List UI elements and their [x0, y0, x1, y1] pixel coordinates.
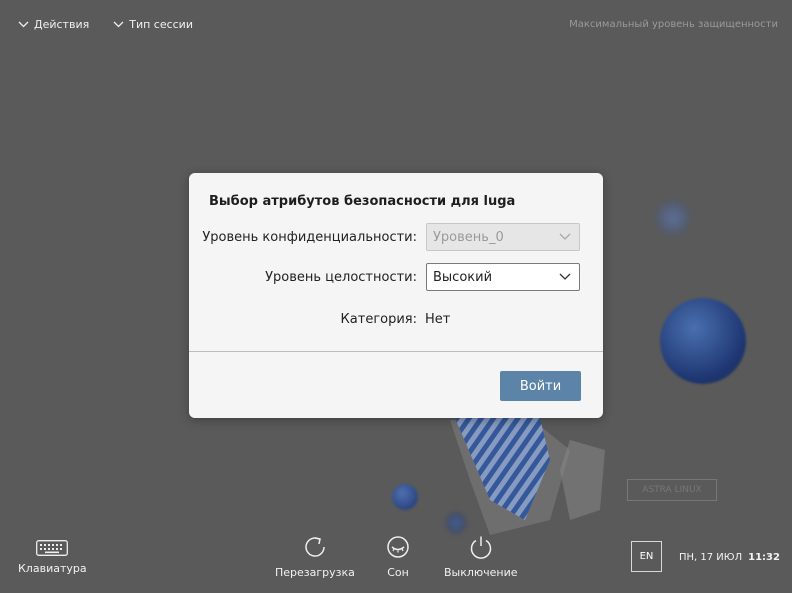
datetime: ПН, 17 ИЮЛ 11:32: [679, 552, 780, 563]
session-type-menu[interactable]: Тип сессии: [113, 18, 193, 31]
integrity-select[interactable]: Высокий: [426, 263, 580, 291]
integrity-row: Уровень целостности: Высокий: [189, 263, 603, 293]
top-bar: Действия Тип сессии Максимальный уровень…: [18, 14, 778, 34]
wallpaper-sphere-large: [660, 298, 746, 384]
shutdown-button[interactable]: Выключение: [444, 532, 518, 579]
integrity-value: Высокий: [433, 270, 493, 285]
actions-menu[interactable]: Действия: [18, 18, 89, 31]
dialog-title: Выбор атрибутов безопасности для luga: [209, 194, 516, 209]
chevron-down-icon: [113, 21, 124, 27]
chevron-down-icon: [559, 273, 571, 280]
wallpaper-logo-text: ASTRA LINUX: [627, 479, 717, 501]
session-type-menu-label: Тип сессии: [129, 17, 193, 31]
wallpaper-star-shape: [450, 418, 605, 535]
security-level-label: Максимальный уровень защищенности: [569, 18, 778, 30]
confidentiality-value: Уровень_0: [433, 230, 504, 245]
wallpaper-sphere-small: [655, 200, 691, 236]
sleep-button[interactable]: Сон: [385, 532, 411, 579]
dialog-divider: [189, 351, 603, 352]
restart-icon: [305, 537, 325, 557]
shutdown-label: Выключение: [444, 566, 518, 579]
chevron-down-icon: [559, 233, 571, 240]
wallpaper-sphere-bottom: [392, 484, 418, 510]
restart-button[interactable]: Перезагрузка: [275, 532, 355, 579]
chevron-down-icon: [18, 21, 29, 27]
date-label: ПН, 17 ИЮЛ: [679, 552, 743, 563]
confidentiality-label: Уровень конфиденциальности:: [202, 230, 417, 245]
sleep-label: Сон: [387, 566, 409, 579]
power-icon: [470, 536, 492, 559]
login-button[interactable]: Войти: [500, 371, 581, 401]
restart-label: Перезагрузка: [275, 566, 355, 579]
keyboard-icon: [36, 540, 69, 556]
confidentiality-row: Уровень конфиденциальности: Уровень_0: [189, 223, 603, 253]
confidentiality-select: Уровень_0: [426, 223, 580, 251]
security-attributes-dialog: Выбор атрибутов безопасности для luga Ур…: [189, 173, 603, 418]
category-row: Категория: Нет: [189, 305, 603, 335]
keyboard-label: Клавиатура: [18, 562, 87, 575]
actions-menu-label: Действия: [34, 17, 90, 31]
category-value: Нет: [425, 312, 451, 327]
sleep-icon: [387, 536, 409, 558]
integrity-label: Уровень целостности:: [265, 270, 417, 285]
category-label: Категория:: [340, 312, 417, 327]
keyboard-button[interactable]: Клавиатура: [18, 528, 87, 575]
time-label: 11:32: [748, 552, 780, 563]
language-switch-button[interactable]: EN: [631, 541, 662, 572]
